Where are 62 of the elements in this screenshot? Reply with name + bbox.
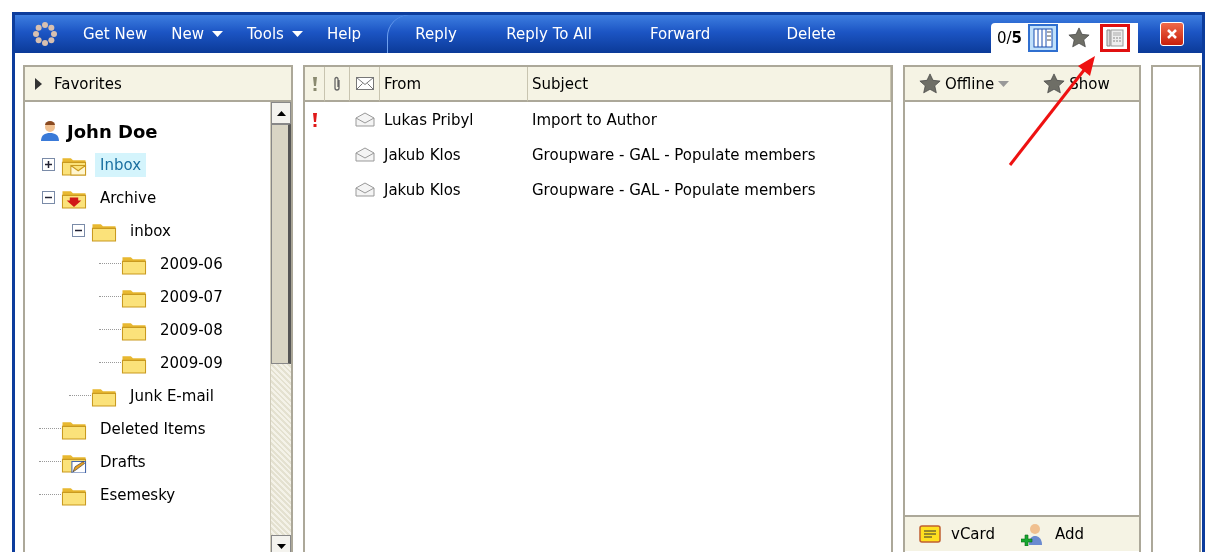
- down-arrow-icon: [276, 543, 286, 549]
- add-button[interactable]: Add: [1020, 522, 1084, 546]
- up-arrow-icon: [276, 110, 286, 116]
- message-counter: 0/5: [996, 29, 1022, 47]
- folder-item[interactable]: 2009-08: [155, 317, 228, 342]
- toolbar-button[interactable]: Forward: [614, 19, 747, 49]
- menu-button[interactable]: Get New: [71, 19, 160, 49]
- sender-cell-text: Jakub Klos: [382, 179, 462, 201]
- star-icon: [1068, 27, 1090, 49]
- view-button[interactable]: [1028, 24, 1058, 52]
- caret-icon: [211, 31, 223, 37]
- folder-item[interactable]: Junk E-mail: [125, 383, 219, 408]
- view-button[interactable]: [1100, 24, 1130, 52]
- plus-icon: [44, 160, 53, 169]
- add-person-icon: [1020, 522, 1045, 546]
- folder-item[interactable]: Inbox: [95, 152, 147, 177]
- envelope-icon: [355, 147, 375, 162]
- subject-cell-text: Groupware - GAL - Populate members: [531, 179, 817, 201]
- folder-item[interactable]: 2009-09: [155, 350, 228, 375]
- folder-item[interactable]: inbox: [125, 218, 176, 243]
- folder-item[interactable]: Drafts: [95, 449, 151, 474]
- envelope-icon: [355, 182, 375, 197]
- sender-cell-text: Lukas Pribyl: [383, 109, 475, 131]
- columns-icon: [1033, 28, 1053, 48]
- column-header[interactable]: From: [380, 74, 422, 93]
- folder-item[interactable]: Esemesky: [95, 482, 181, 507]
- menu-button[interactable]: Tools: [234, 19, 315, 49]
- status-dropdown[interactable]: Offline: [919, 72, 1010, 95]
- close-icon: [1166, 28, 1178, 40]
- star-icon: [1043, 72, 1066, 95]
- phone-icon: [1105, 28, 1125, 48]
- caret-icon: [291, 31, 303, 37]
- toolbar-button[interactable]: Delete: [746, 19, 877, 49]
- card-icon: [919, 525, 941, 543]
- close-button[interactable]: [1160, 22, 1184, 46]
- column-header[interactable]: Subject: [528, 74, 589, 93]
- sender-cell-text: Jakub Klos: [382, 144, 462, 166]
- triangle-icon: [35, 77, 42, 90]
- account-name: John Doe: [67, 120, 158, 142]
- logo-icon: [33, 22, 57, 46]
- scrollbar[interactable]: [270, 102, 291, 552]
- subject-cell-text: Groupware - GAL - Populate members: [531, 144, 817, 166]
- exclamation-icon: [311, 75, 318, 92]
- vcard-button[interactable]: vCard: [919, 525, 995, 543]
- envelope-icon: [355, 112, 375, 127]
- expand-toggle[interactable]: [42, 158, 55, 171]
- folder-item[interactable]: 2009-07: [155, 284, 228, 309]
- menu-button[interactable]: New: [159, 19, 235, 49]
- menu-button[interactable]: Help: [314, 19, 374, 49]
- user-icon: [39, 120, 61, 142]
- collapse-toggle[interactable]: [72, 224, 85, 237]
- folder-item[interactable]: Archive: [95, 185, 162, 210]
- toolbar-button[interactable]: Reply To All: [484, 19, 615, 49]
- star-icon: [919, 72, 941, 95]
- collapse-toggle[interactable]: [42, 191, 55, 204]
- folder-item[interactable]: Deleted Items: [95, 416, 211, 441]
- subject-cell-text: Import to Author: [531, 109, 658, 131]
- caret-icon: [998, 80, 1010, 87]
- paperclip-icon: [332, 75, 342, 92]
- envelope-icon: [355, 77, 374, 90]
- toolbar-button[interactable]: Reply: [388, 19, 485, 49]
- folder-item[interactable]: 2009-06: [155, 251, 228, 276]
